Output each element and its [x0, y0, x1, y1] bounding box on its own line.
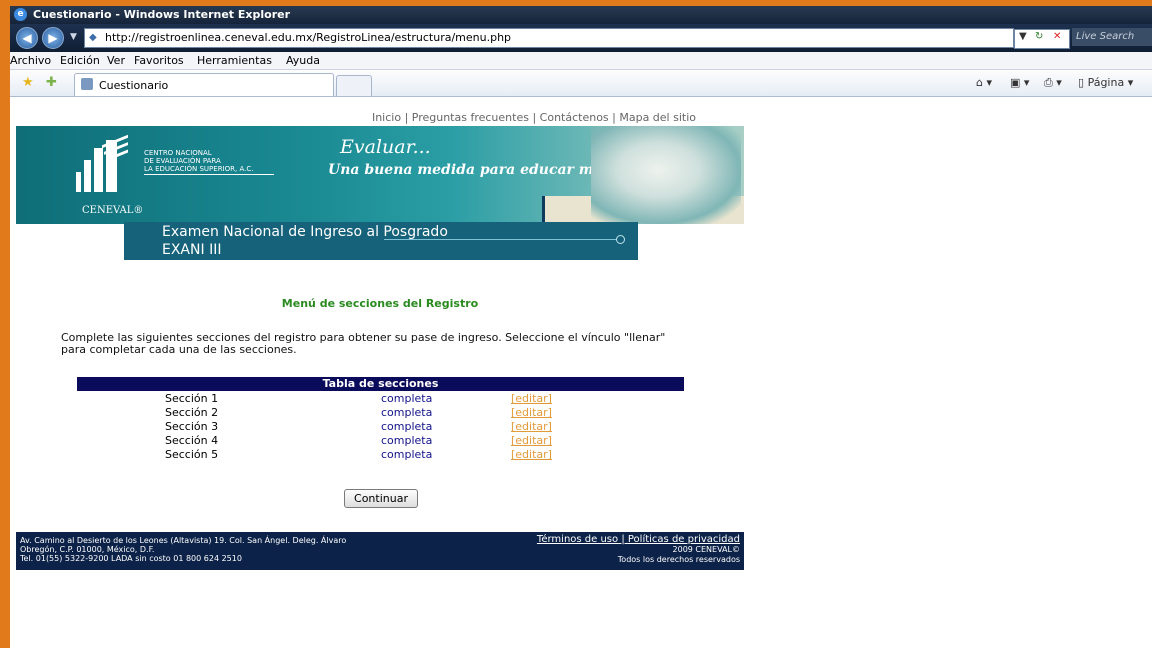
exam-decor-line — [384, 239, 616, 240]
tab-cuestionario[interactable]: Cuestionario — [74, 73, 334, 96]
table-header: Tabla de secciones — [77, 377, 684, 391]
ceneval-logo-icon — [76, 134, 132, 192]
separator: | — [532, 111, 540, 124]
forward-arrow-icon[interactable]: ▶ — [42, 27, 64, 49]
url-input[interactable]: ◆ http://registroenlinea.ceneval.edu.mx/… — [84, 28, 1014, 48]
section-menu-title: Menú de secciones del Registro — [281, 297, 479, 310]
tab-label: Cuestionario — [99, 79, 169, 92]
address-controls: ▼ ↻ ✕ — [1014, 29, 1070, 49]
edit-link[interactable]: [editar] — [511, 420, 552, 433]
edit-link[interactable]: [editar] — [511, 434, 552, 447]
separator: | — [618, 534, 628, 545]
rights-text: Todos los derechos reservados — [617, 555, 740, 564]
section-status: completa — [381, 392, 433, 405]
org-name: CENTRO NACIONAL DE EVALUACIÓN PARA LA ED… — [144, 149, 253, 173]
section-status: completa — [381, 406, 433, 419]
url-text: http://registroenlinea.ceneval.edu.mx/Re… — [105, 31, 512, 44]
page-icon: ◆ — [89, 32, 97, 43]
exam-title: Examen Nacional de Ingreso al Posgrado — [162, 224, 448, 240]
page-menu[interactable]: ▯ Página ▾ — [1078, 76, 1133, 89]
sections-table: Tabla de secciones Sección 1 completa [e… — [77, 377, 684, 461]
menu-favoritos[interactable]: Favoritos — [134, 54, 184, 67]
window-title: Cuestionario - Windows Internet Explorer — [33, 8, 291, 21]
search-input[interactable]: Live Search — [1072, 28, 1152, 46]
exam-decor-dot — [616, 235, 625, 244]
refresh-icon[interactable]: ↻ — [1035, 31, 1043, 42]
link-inicio[interactable]: Inicio — [372, 111, 401, 124]
exam-subtitle: EXANI III — [162, 242, 222, 258]
section-status: completa — [381, 448, 433, 461]
menu-archivo[interactable]: Archivo — [10, 54, 51, 67]
table-row: Sección 1 completa [editar] — [77, 391, 684, 405]
section-name: Sección 1 — [165, 392, 219, 405]
page-footer: Av. Camino al Desierto de los Leones (Al… — [16, 532, 744, 570]
header-banner: CENEVAL® CENTRO NACIONAL DE EVALUACIÓN P… — [16, 126, 744, 224]
org-underline — [144, 174, 274, 175]
logo-text: CENEVAL® — [82, 205, 144, 216]
window-frame-left — [0, 0, 10, 648]
link-preguntas[interactable]: Preguntas frecuentes — [412, 111, 529, 124]
intro-text: Complete las siguientes secciones del re… — [61, 331, 666, 356]
link-contactenos[interactable]: Contáctenos — [540, 111, 609, 124]
favorites-star-icon[interactable]: ★ — [22, 75, 34, 90]
slogan-line-2: Una buena medida para educar mejor — [328, 162, 625, 178]
link-mapa[interactable]: Mapa del sitio — [619, 111, 696, 124]
history-dropdown-icon[interactable]: ▼ — [70, 32, 77, 42]
terms-link[interactable]: Términos de uso — [537, 534, 618, 545]
section-name: Sección 2 — [165, 406, 219, 419]
section-status: completa — [381, 420, 433, 433]
section-name: Sección 3 — [165, 420, 219, 433]
continue-button[interactable]: Continuar — [344, 489, 418, 508]
top-links: Inicio | Preguntas frecuentes | Contácte… — [16, 111, 696, 124]
menu-herramientas[interactable]: Herramientas — [197, 54, 272, 67]
org-line-3: LA EDUCACIÓN SUPERIOR, A.C. — [144, 165, 254, 173]
url-dropdown-icon[interactable]: ▼ — [1019, 31, 1027, 42]
title-bar: e Cuestionario - Windows Internet Explor… — [10, 6, 1152, 24]
footer-right: Términos de uso | Políticas de privacida… — [537, 535, 740, 565]
stop-icon[interactable]: ✕ — [1053, 31, 1061, 42]
separator: | — [404, 111, 412, 124]
web-page: Inicio | Preguntas frecuentes | Contácte… — [16, 104, 744, 570]
org-line-2: DE EVALUACIÓN PARA — [144, 157, 221, 165]
menu-ayuda[interactable]: Ayuda — [286, 54, 320, 67]
back-arrow-icon[interactable]: ◀ — [16, 27, 38, 49]
feeds-icon[interactable]: ▣ ▾ — [1010, 76, 1029, 89]
org-line-1: CENTRO NACIONAL — [144, 149, 212, 157]
menu-bar: Archivo Edición Ver Favoritos Herramient… — [10, 52, 1152, 70]
section-name: Sección 5 — [165, 448, 219, 461]
address-line: Av. Camino al Desierto de los Leones (Al… — [20, 536, 347, 545]
section-status: completa — [381, 434, 433, 447]
copyright: 2009 CENEVAL© — [672, 545, 740, 554]
page-menu-label: Página — [1087, 76, 1125, 89]
menu-ver[interactable]: Ver — [107, 54, 125, 67]
address-bar: ◀ ▶ ▼ ◆ http://registroenlinea.ceneval.e… — [10, 24, 1152, 52]
tab-page-icon — [81, 78, 93, 90]
address-line: Tel. 01(55) 5322-9200 LADA sin costo 01 … — [20, 554, 242, 563]
edit-link[interactable]: [editar] — [511, 392, 552, 405]
edit-link[interactable]: [editar] — [511, 406, 552, 419]
favorites-bar: ★ ✚ Cuestionario ⌂ ▾ ▣ ▾ ⎙ ▾ ▯ Página ▾ — [10, 70, 1152, 97]
footer-address: Av. Camino al Desierto de los Leones (Al… — [20, 536, 346, 563]
add-favorites-icon[interactable]: ✚ — [46, 75, 57, 90]
home-icon[interactable]: ⌂ ▾ — [976, 76, 992, 89]
address-line: Obregón, C.P. 01000, México, D.F. — [20, 545, 155, 554]
print-icon[interactable]: ⎙ ▾ — [1044, 76, 1062, 90]
edit-link[interactable]: [editar] — [511, 448, 552, 461]
banner-photo — [591, 126, 741, 224]
banner-divider — [542, 196, 545, 224]
menu-edicion[interactable]: Edición — [60, 54, 100, 67]
table-row: Sección 2 completa [editar] — [77, 405, 684, 419]
ie-logo-icon: e — [14, 8, 27, 21]
section-name: Sección 4 — [165, 434, 219, 447]
table-row: Sección 5 completa [editar] — [77, 447, 684, 461]
slogan-line-1: Evaluar... — [340, 136, 431, 158]
table-row: Sección 3 completa [editar] — [77, 419, 684, 433]
exam-header: Examen Nacional de Ingreso al Posgrado E… — [124, 222, 638, 260]
table-row: Sección 4 completa [editar] — [77, 433, 684, 447]
privacy-link[interactable]: Políticas de privacidad — [628, 534, 740, 545]
new-tab-button[interactable] — [336, 75, 372, 96]
